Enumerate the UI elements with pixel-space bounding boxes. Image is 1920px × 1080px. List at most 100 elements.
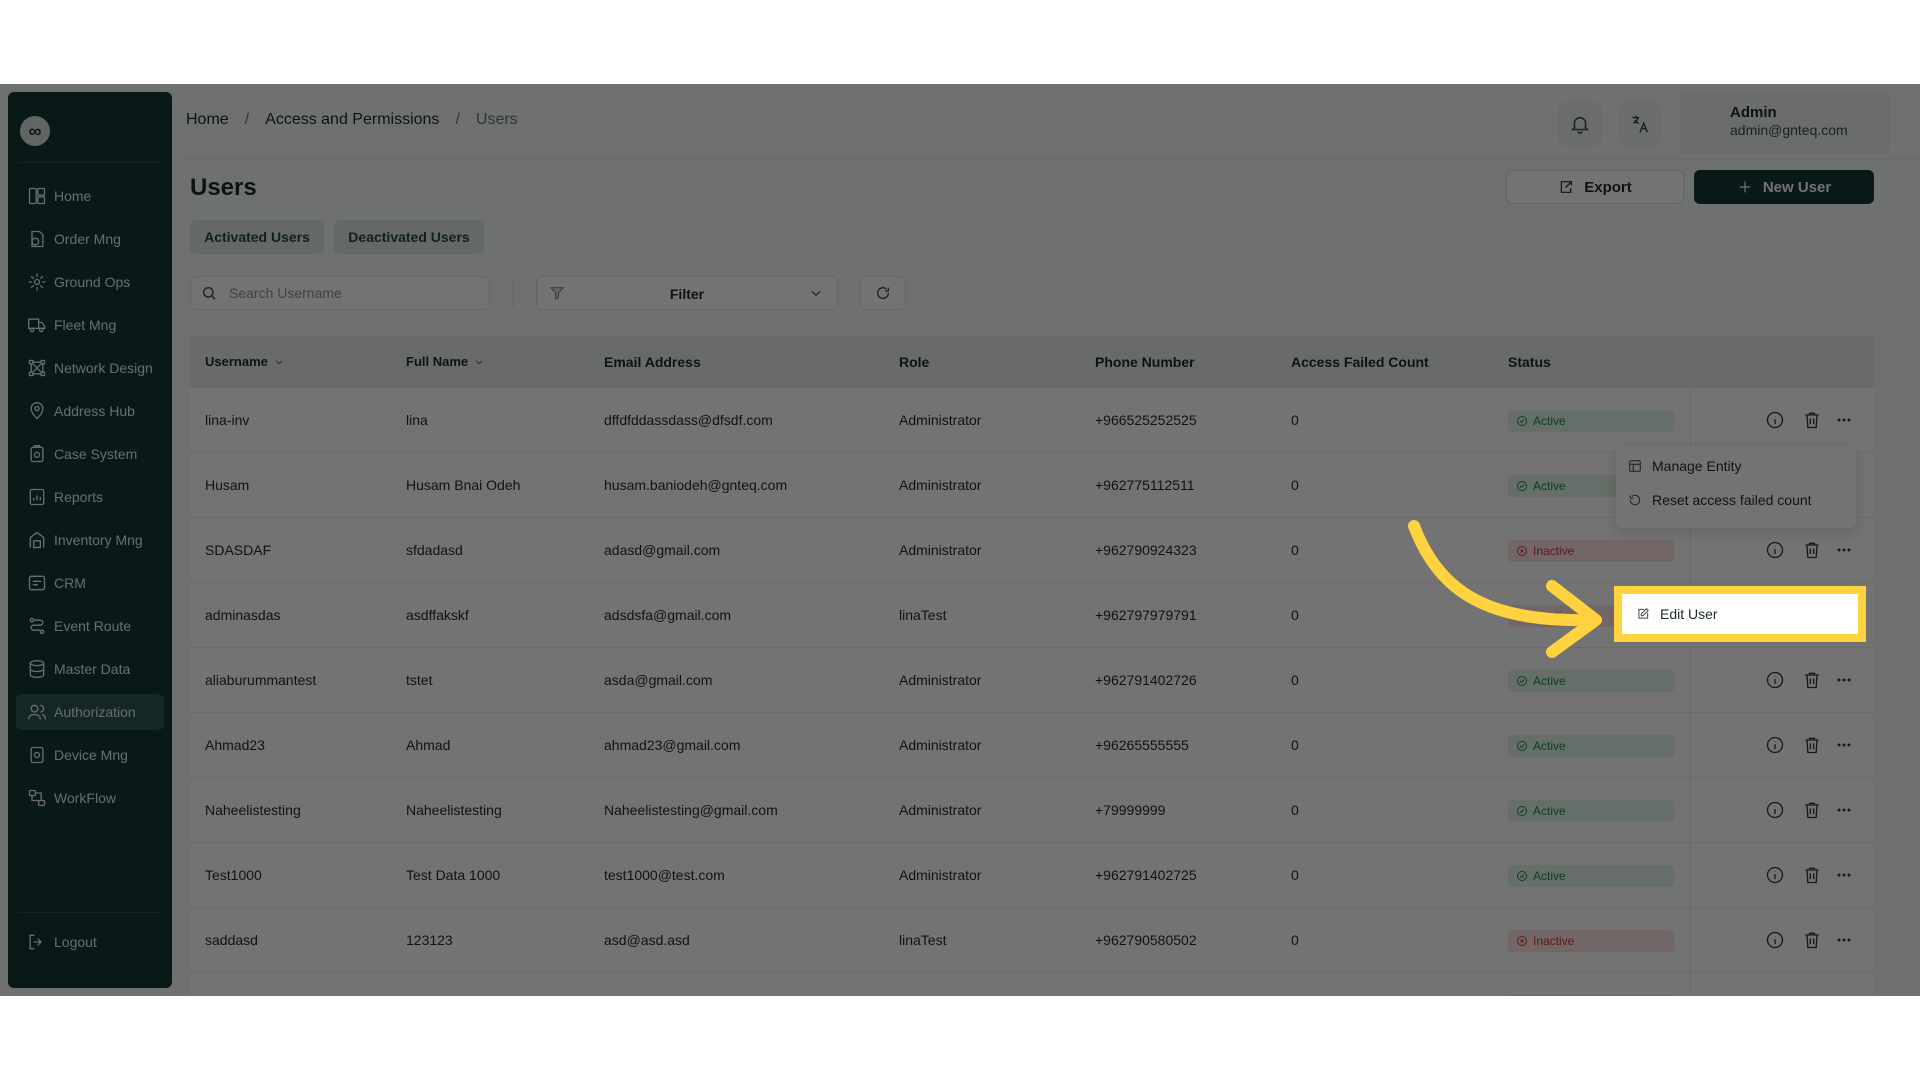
cell-role: linaTest <box>899 607 947 623</box>
search-input[interactable] <box>227 284 471 302</box>
cell-username: adminasdas <box>205 607 281 623</box>
info-button[interactable] <box>1764 994 1786 996</box>
column-access-failed-count: Access Failed Count <box>1291 354 1429 370</box>
trash-icon <box>1805 542 1819 559</box>
sidebar-item-label: CRM <box>54 575 86 591</box>
breadcrumb-section[interactable]: Access and Permissions <box>265 111 439 129</box>
delete-button[interactable] <box>1801 669 1823 691</box>
more-actions-button[interactable] <box>1833 994 1855 996</box>
ellipsis-icon <box>1837 678 1851 682</box>
sidebar-item-event-route[interactable]: Event Route <box>16 608 164 644</box>
sidebar-item-crm[interactable]: CRM <box>16 565 164 601</box>
sidebar-item-device-mng[interactable]: Device Mng <box>16 737 164 773</box>
delete-button[interactable] <box>1801 864 1823 886</box>
logo[interactable]: ∞ <box>20 116 50 146</box>
sidebar-item-home[interactable]: Home <box>16 178 164 214</box>
more-actions-button[interactable] <box>1833 409 1855 431</box>
logout-button[interactable]: Logout <box>26 932 97 952</box>
cell-failed: 0 <box>1291 542 1299 558</box>
toolbar-divider <box>513 280 514 308</box>
cell-role: Administrator <box>899 802 982 818</box>
sidebar-item-label: Master Data <box>54 661 131 677</box>
new-user-label: New User <box>1762 178 1832 196</box>
sidebar-item-authorization[interactable]: Authorization <box>16 694 164 730</box>
info-button[interactable] <box>1764 409 1786 431</box>
menu-item-manage-entity[interactable]: Manage Entity <box>1628 458 1742 474</box>
info-button[interactable] <box>1764 864 1786 886</box>
table-row[interactable]: testDataTesthusamdffdfFe@dfsdf.comAdmini… <box>190 973 1874 996</box>
check-circle-icon <box>1517 741 1527 751</box>
more-actions-button[interactable] <box>1833 799 1855 821</box>
column-username[interactable]: Username <box>205 354 284 369</box>
sidebar-item-ground-ops[interactable]: Ground Ops <box>16 264 164 300</box>
refresh-button[interactable] <box>860 276 906 310</box>
sidebar-item-fleet-mng[interactable]: Fleet Mng <box>16 307 164 343</box>
table-row[interactable]: lina-inv lina dffdfddassdass@dfsdf.com Admi… <box>190 388 1874 453</box>
sidebar-item-address-hub[interactable]: Address Hub <box>16 393 164 429</box>
more-actions-button[interactable] <box>1833 539 1855 561</box>
crm-icon <box>26 572 48 594</box>
check-circle-icon <box>1517 416 1527 426</box>
ellipsis-icon <box>1834 995 1854 996</box>
cell-failed: 0 <box>1291 672 1299 688</box>
table-row[interactable]: aliaburummantest tstet asda@gmail.com Admin… <box>190 648 1874 713</box>
more-actions-button[interactable] <box>1833 864 1855 886</box>
menu-item-edit-user[interactable]: Edit User <box>1636 606 1718 622</box>
table-row[interactable]: Naheelistesting Naheelistesting Naheeliste… <box>190 778 1874 843</box>
user-profile[interactable]: Admin admin@gnteq.com <box>1680 92 1890 154</box>
bell-icon <box>1570 116 1590 134</box>
status-label: Active <box>1533 674 1566 688</box>
delete-button[interactable] <box>1801 929 1823 951</box>
sidebar-item-inventory-mng[interactable]: Inventory Mng <box>16 522 164 558</box>
table-row[interactable]: saddasd 123123 asd@asd.asd linaTest +9627905… <box>190 908 1874 973</box>
delete-button[interactable] <box>1801 994 1823 996</box>
sidebar-item-workflow[interactable]: WorkFlow <box>16 780 164 816</box>
tab-deactivated-users[interactable]: Deactivated Users <box>334 220 484 254</box>
table-row[interactable]: Test1000 Test Data 1000 test1000@test.com A… <box>190 843 1874 908</box>
new-user-button[interactable]: New User <box>1694 170 1874 204</box>
chevron-down-icon <box>809 286 823 303</box>
sidebar-item-label: Network Design <box>54 360 153 376</box>
cell-failed: 0 <box>1291 802 1299 818</box>
route-icon <box>26 615 48 637</box>
sidebar-item-network-design[interactable]: Network Design <box>16 350 164 386</box>
more-actions-button[interactable] <box>1833 669 1855 691</box>
delete-button[interactable] <box>1801 409 1823 431</box>
delete-button[interactable] <box>1801 799 1823 821</box>
cell-role: linaTest <box>899 932 947 948</box>
cell-role: Administrator <box>899 737 982 753</box>
info-button[interactable] <box>1764 799 1786 821</box>
cell-username: lina-inv <box>205 412 250 428</box>
breadcrumb-home[interactable]: Home <box>186 111 229 129</box>
breadcrumb-current: Users <box>475 111 518 128</box>
delete-button[interactable] <box>1801 539 1823 561</box>
cell-role: Administrator <box>899 542 982 558</box>
table-row[interactable]: Ahmad23 Ahmad ahmad23@gmail.com Administrat… <box>190 713 1874 778</box>
filter-dropdown[interactable]: Filter <box>536 276 838 310</box>
language-button[interactable] <box>1618 102 1662 146</box>
app-window: ∞ Home Order Mng Ground Ops Fleet Mng Ne… <box>0 84 1920 996</box>
cell-username: Husam <box>205 477 250 493</box>
info-button[interactable] <box>1764 669 1786 691</box>
sidebar-item-master-data[interactable]: Master Data <box>16 651 164 687</box>
sidebar-item-label: Case System <box>54 446 138 462</box>
notifications-button[interactable] <box>1558 102 1602 146</box>
info-button[interactable] <box>1764 929 1786 951</box>
sidebar-item-case-system[interactable]: Case System <box>16 436 164 472</box>
menu-item-reset-access-failed-count[interactable]: Reset access failed count <box>1628 492 1812 508</box>
more-actions-button[interactable] <box>1833 734 1855 756</box>
sidebar-item-order-mng[interactable]: Order Mng <box>16 221 164 257</box>
menu-item-label: Edit User <box>1660 606 1718 622</box>
tab-activated-users[interactable]: Activated Users <box>190 220 324 254</box>
cell-email: adasd@gmail.com <box>604 542 721 558</box>
column-full-name[interactable]: Full Name <box>406 354 484 369</box>
status-label: Active <box>1533 739 1566 753</box>
export-button[interactable]: Export <box>1506 170 1684 204</box>
sidebar-item-reports[interactable]: Reports <box>16 479 164 515</box>
info-button[interactable] <box>1764 734 1786 756</box>
search-box <box>190 276 490 310</box>
delete-button[interactable] <box>1801 734 1823 756</box>
more-actions-button[interactable] <box>1833 929 1855 951</box>
status-badge: Active <box>1508 865 1674 887</box>
info-button[interactable] <box>1764 539 1786 561</box>
